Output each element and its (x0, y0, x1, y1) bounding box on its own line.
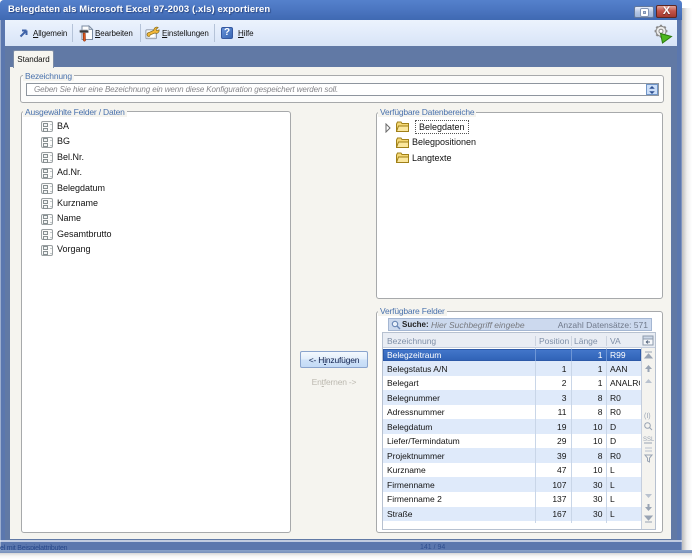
svg-text:SSL: SSL (643, 437, 654, 443)
svg-text:(I): (I) (644, 413, 651, 420)
